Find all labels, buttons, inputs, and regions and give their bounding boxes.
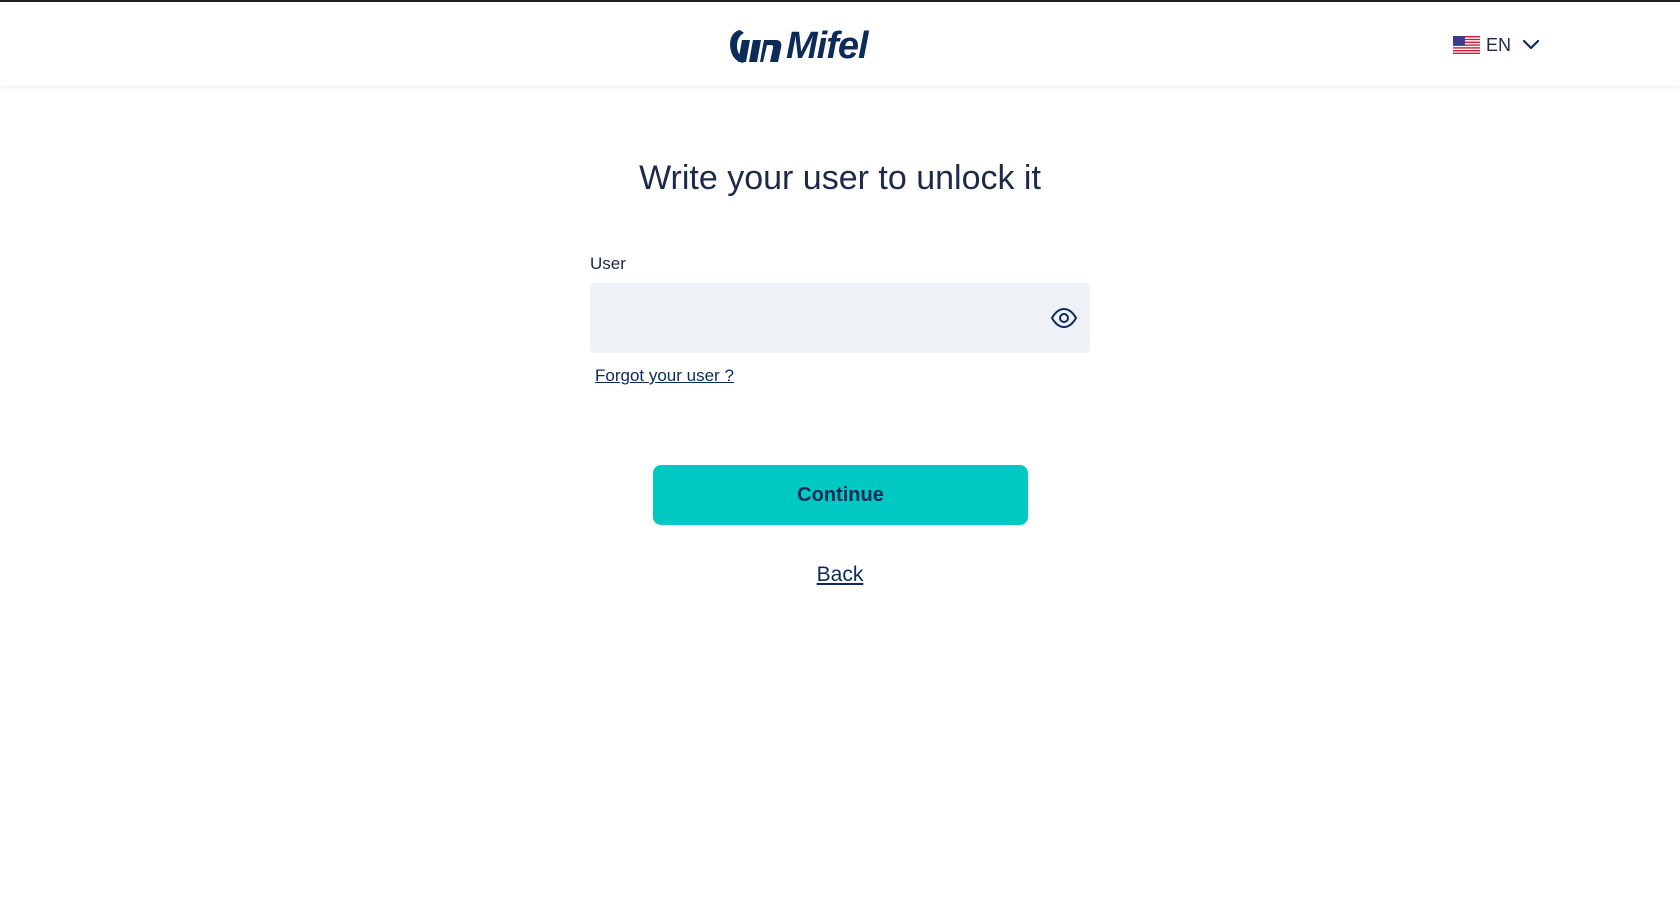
language-selector[interactable]: EN — [1453, 33, 1540, 57]
user-field-label: User — [590, 254, 626, 273]
user-field-container — [590, 283, 1090, 353]
top-bar: Mifel EN — [0, 0, 1680, 86]
page-title: Write your user to unlock it — [639, 159, 1041, 197]
chevron-down-icon — [1522, 39, 1540, 50]
language-label: EN — [1486, 34, 1512, 55]
mifel-logo[interactable]: Mifel — [726, 25, 869, 67]
back-link[interactable]: Back — [817, 563, 864, 586]
user-input[interactable] — [590, 283, 1090, 353]
eye-icon[interactable] — [1050, 305, 1078, 331]
continue-button[interactable]: Continue — [653, 465, 1028, 525]
brand-name: Mifel — [786, 25, 869, 67]
mifel-logo-mark-icon — [730, 30, 782, 63]
us-flag-icon — [1453, 36, 1480, 54]
forgot-user-link[interactable]: Forgot your user ? — [595, 366, 734, 386]
back-link-container: Back — [0, 563, 1680, 587]
